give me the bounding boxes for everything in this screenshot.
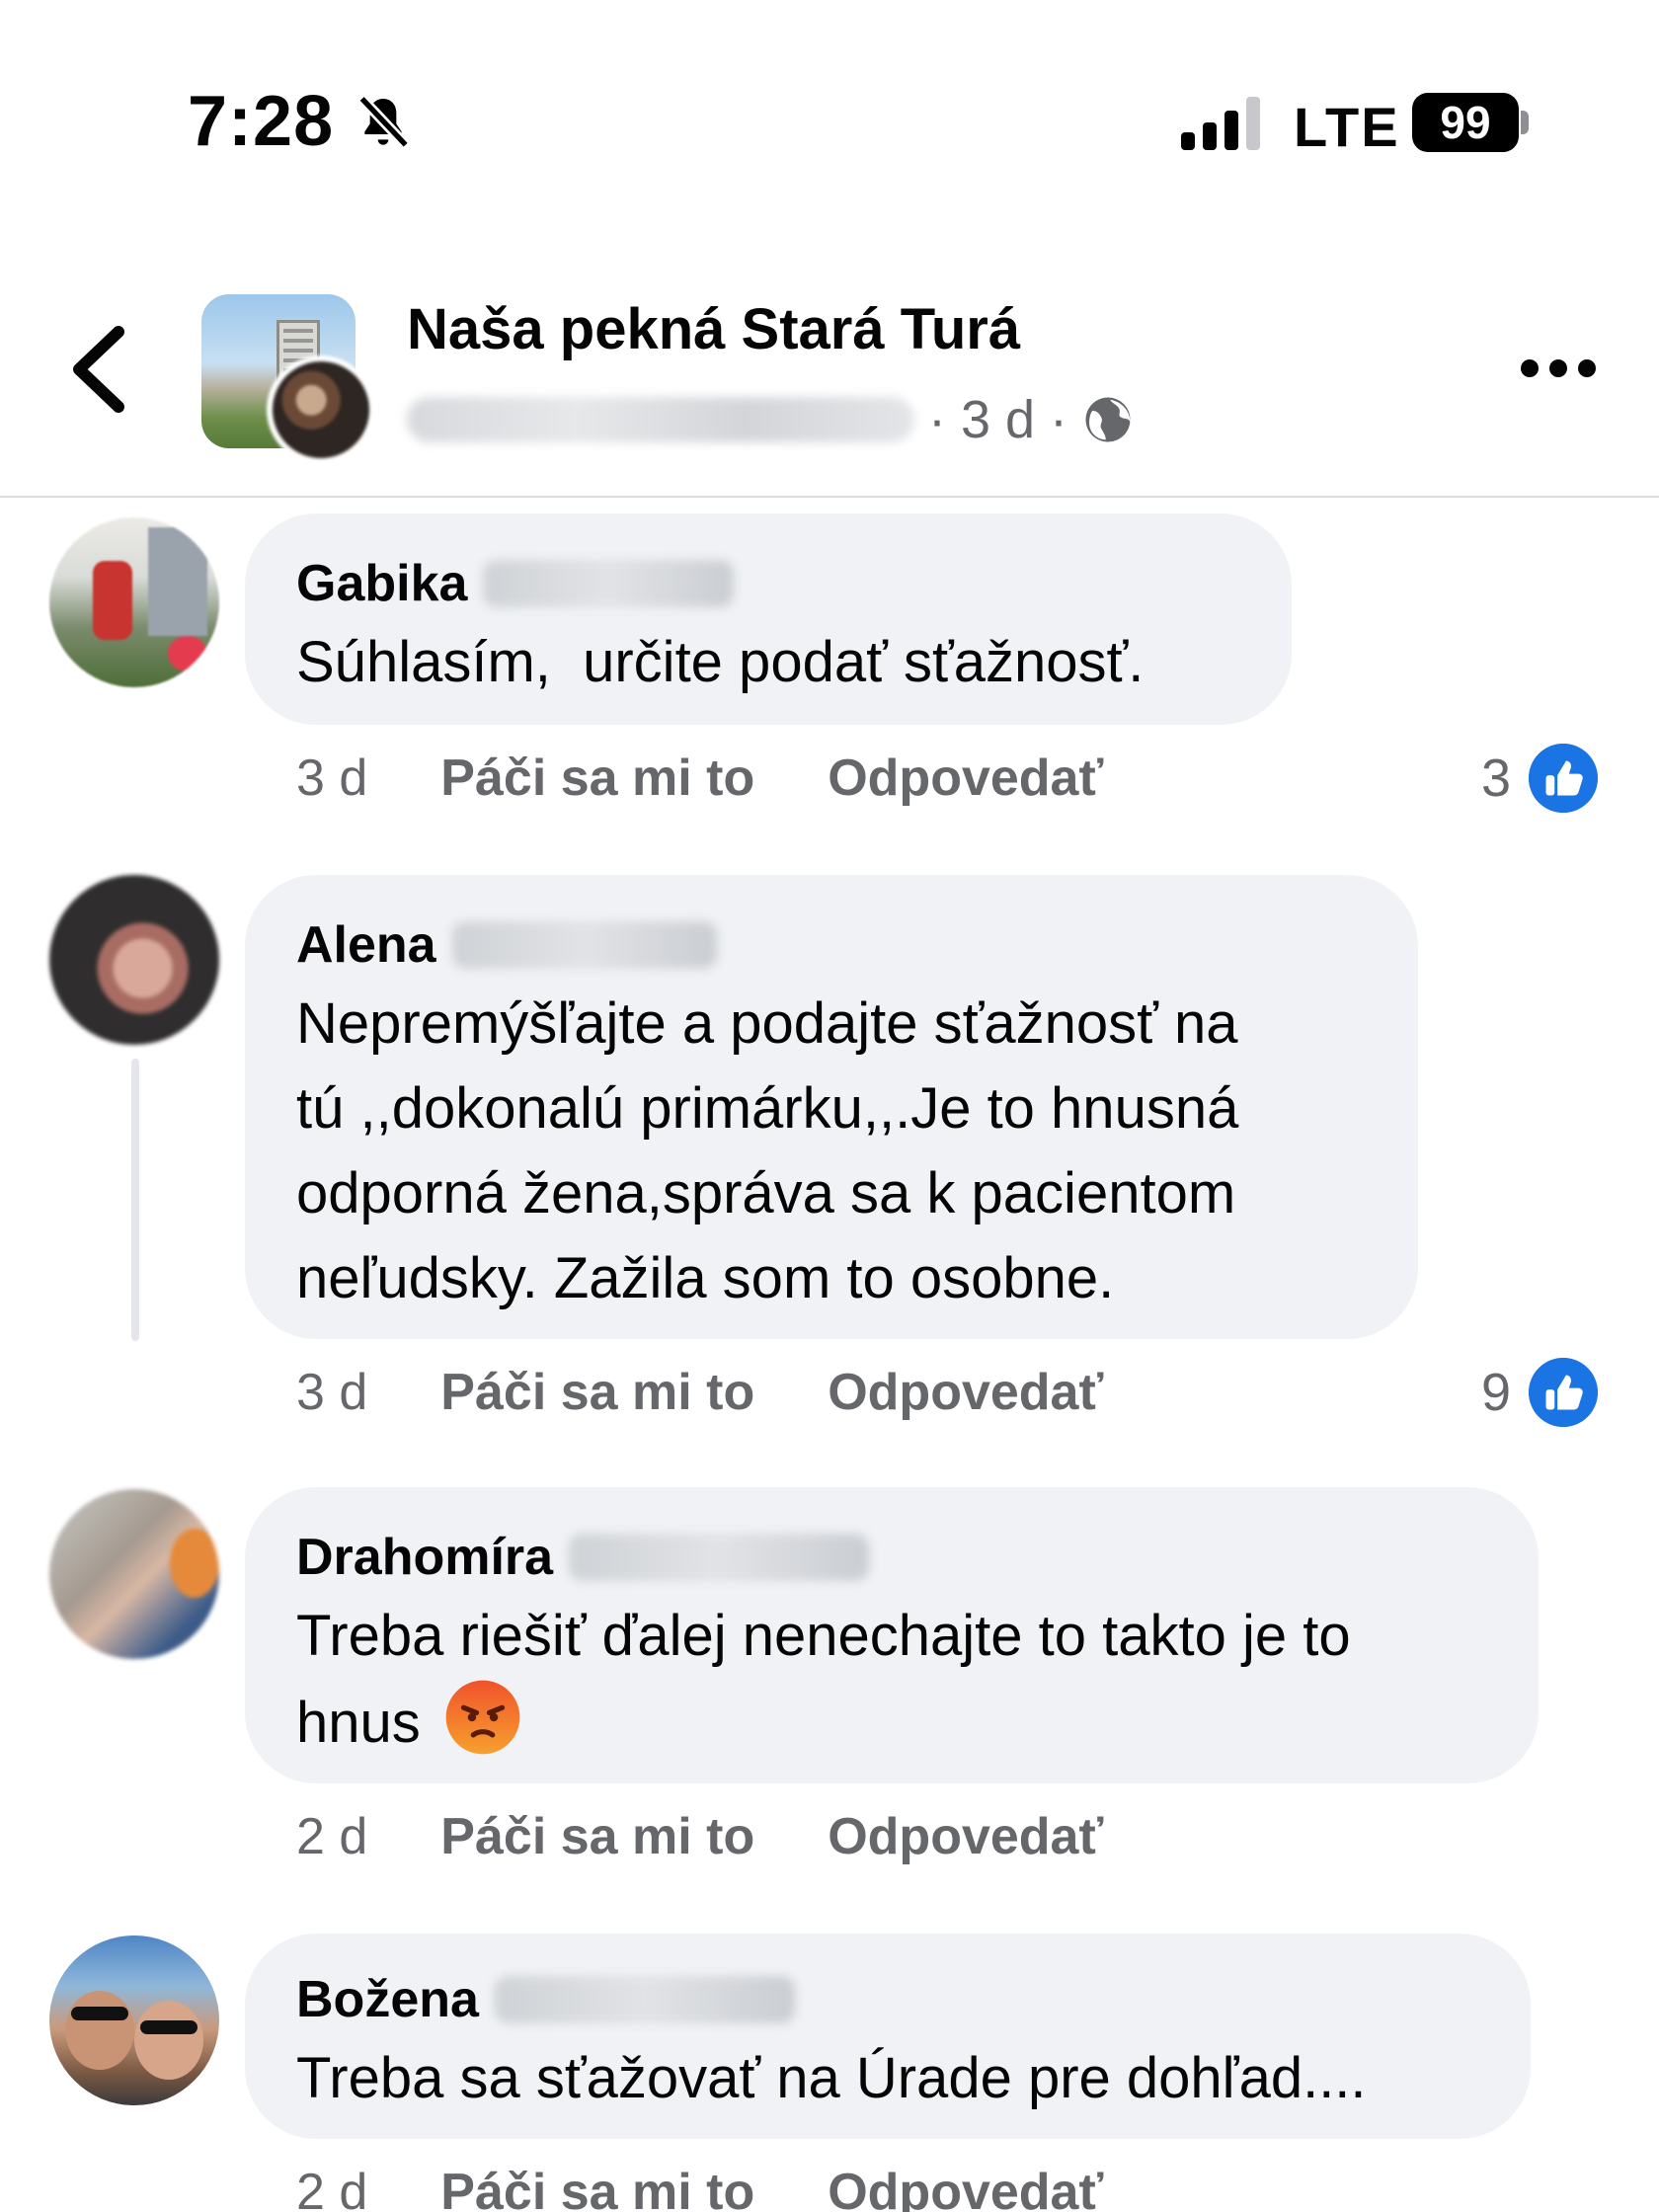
reply-button[interactable]: Odpovedať xyxy=(828,749,1103,808)
surname-blurred xyxy=(494,1976,795,2023)
post-time: · 3 d · xyxy=(928,390,1068,449)
comment-text: Súhlasím, určite podať sťažnosť. xyxy=(296,630,1145,694)
bell-slash-icon xyxy=(357,95,410,149)
network-type: LTE xyxy=(1294,96,1400,158)
comment-bubble[interactable]: Alena Nepremýšľajte a podajte sťažnosť n… xyxy=(245,875,1418,1339)
reply-button[interactable]: Odpovedať xyxy=(828,1807,1103,1866)
avatar[interactable] xyxy=(49,517,219,687)
author-name-blurred[interactable] xyxy=(407,397,914,442)
post-header: Naša pekná Stará Turá · 3 d · xyxy=(0,276,1659,498)
comment-bubble[interactable]: Drahomíra Treba riešiť ďalej nenechajte … xyxy=(245,1487,1539,1783)
avatar[interactable] xyxy=(49,875,219,1045)
comment-bubble[interactable]: Gabika Súhlasím, určite podať sťažnosť. xyxy=(245,514,1292,725)
chevron-left-icon[interactable] xyxy=(59,320,138,419)
comment-actions: 2 d Páči sa mi to Odpovedať xyxy=(296,2158,1103,2212)
battery-level: 99 xyxy=(1440,97,1491,148)
reply-button[interactable]: Odpovedať xyxy=(828,2163,1103,2212)
surname-blurred xyxy=(483,560,735,607)
comment-time: 2 d xyxy=(296,1808,368,1865)
commenter-name[interactable]: Gabika xyxy=(296,554,467,613)
status-bar: 7:28 LTE 99 xyxy=(0,0,1659,198)
comment-actions: 2 d Páči sa mi to Odpovedať xyxy=(296,1802,1103,1871)
reply-button[interactable]: Odpovedať xyxy=(828,1363,1103,1422)
comment-text: Nepremýšľajte a podajte sťažnosť na tú ,… xyxy=(296,991,1239,1310)
group-name[interactable]: Naša pekná Stará Turá xyxy=(407,296,1020,362)
like-button[interactable]: Páči sa mi to xyxy=(440,749,754,808)
reaction-summary[interactable]: 3 xyxy=(1481,741,1599,816)
battery-tip xyxy=(1521,111,1529,134)
cellular-signal-icon xyxy=(1181,97,1262,150)
more-horizontal-icon[interactable] xyxy=(1521,354,1596,383)
like-button[interactable]: Páči sa mi to xyxy=(440,2163,754,2212)
surname-blurred xyxy=(569,1534,870,1581)
status-time: 7:28 xyxy=(188,82,335,161)
avatar[interactable] xyxy=(49,1936,219,2105)
comment-bubble[interactable]: Božena Treba sa sťažovať na Úrade pre do… xyxy=(245,1934,1531,2139)
reaction-summary[interactable]: 9 xyxy=(1481,1355,1599,1430)
globe-icon xyxy=(1085,397,1131,442)
like-button[interactable]: Páči sa mi to xyxy=(440,1807,754,1866)
author-avatar[interactable] xyxy=(267,356,375,464)
thread-line xyxy=(131,1059,139,1341)
comment-time: 3 d xyxy=(296,750,368,807)
battery-icon: 99 xyxy=(1412,93,1519,152)
comment-time: 3 d xyxy=(296,1364,368,1421)
like-thumb-icon xyxy=(1529,1358,1599,1427)
surname-blurred xyxy=(451,921,717,969)
commenter-name[interactable]: Drahomíra xyxy=(296,1528,553,1587)
like-button[interactable]: Páči sa mi to xyxy=(440,1363,754,1422)
comment-text: Treba riešiť ďalej nenechajte to takto j… xyxy=(296,1594,1487,1766)
angry-face-icon xyxy=(445,1680,520,1755)
comment-text: Treba sa sťažovať na Úrade pre dohľad...… xyxy=(296,2046,1367,2110)
comment-time: 2 d xyxy=(296,2164,368,2212)
commenter-name[interactable]: Alena xyxy=(296,915,436,975)
like-thumb-icon xyxy=(1529,744,1599,813)
comment-actions: 3 d Páči sa mi to Odpovedať xyxy=(296,1358,1103,1427)
commenter-name[interactable]: Božena xyxy=(296,1970,479,2029)
post-meta: · 3 d · xyxy=(407,385,1135,454)
reaction-count: 3 xyxy=(1481,749,1512,808)
comment-actions: 3 d Páči sa mi to Odpovedať xyxy=(296,744,1103,813)
reaction-count: 9 xyxy=(1481,1363,1512,1422)
avatar[interactable] xyxy=(49,1489,219,1659)
